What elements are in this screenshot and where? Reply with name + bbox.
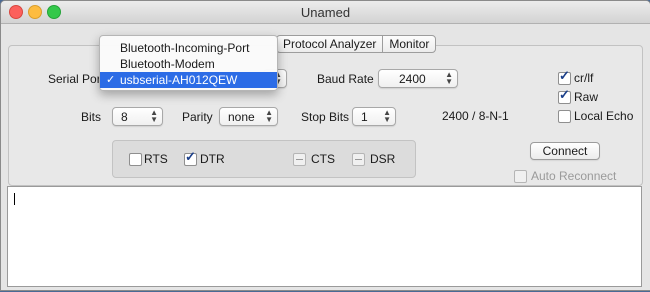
checkmark-icon: ✓ [185, 149, 196, 164]
stop-bits-label: Stop Bits [301, 110, 350, 124]
stop-bits-select[interactable]: 1 ▲ ▼ [352, 107, 396, 126]
connect-button[interactable]: Connect [530, 142, 600, 160]
checkmark-icon: ✓ [559, 87, 570, 102]
bits-value: 8 [121, 110, 128, 124]
parity-label: Parity [182, 110, 213, 124]
title-bar: Unamed [1, 1, 650, 24]
mixed-state-icon [296, 159, 303, 160]
cr-lf-label: cr/lf [574, 71, 594, 85]
select-arrows-icon: ▲ ▼ [383, 108, 391, 124]
local-echo-label: Local Echo [574, 109, 634, 123]
bits-select[interactable]: 8 ▲ ▼ [112, 107, 163, 126]
cts-indicator [293, 153, 306, 166]
cts-label: CTS [311, 152, 335, 166]
select-arrows-icon: ▲ ▼ [265, 108, 273, 124]
rts-checkbox[interactable] [129, 153, 142, 166]
local-echo-checkbox[interactable] [558, 110, 571, 123]
dtr-checkbox[interactable]: ✓ [184, 149, 197, 166]
baud-rate-value: 2400 [399, 72, 426, 86]
parity-value: none [228, 110, 255, 124]
baud-rate-label: Baud Rate [317, 72, 374, 86]
select-arrows-icon: ▲ ▼ [445, 70, 453, 86]
dtr-label: DTR [200, 152, 225, 166]
menu-item-usbserial[interactable]: ✓ usbserial-AH012QEW [100, 72, 277, 88]
tab-protocol-analyzer[interactable]: Protocol Analyzer [276, 35, 384, 53]
rts-label: RTS [144, 152, 168, 166]
settings-summary: 2400 / 8-N-1 [442, 109, 509, 123]
mixed-state-icon [355, 159, 362, 160]
raw-label: Raw [574, 90, 599, 104]
checkmark-icon: ✓ [106, 74, 116, 86]
stop-bits-value: 1 [361, 110, 368, 124]
auto-reconnect-checkbox[interactable] [514, 170, 527, 183]
menu-item-label: Bluetooth-Modem [120, 57, 215, 71]
menu-item-bluetooth-modem[interactable]: Bluetooth-Modem [100, 56, 277, 72]
dsr-indicator [352, 153, 365, 166]
menu-item-label: Bluetooth-Incoming-Port [120, 41, 250, 55]
window-title: Unamed [300, 5, 351, 20]
select-arrows-icon: ▲ ▼ [150, 108, 158, 124]
dsr-label: DSR [370, 152, 396, 166]
checkmark-icon: ✓ [559, 68, 570, 83]
tab-bar: Protocol Analyzer Monitor [276, 35, 437, 53]
auto-reconnect-label: Auto Reconnect [531, 169, 617, 183]
terminal-output[interactable] [7, 186, 642, 287]
serial-port-label: Serial Port [48, 72, 105, 86]
bits-label: Bits [81, 110, 102, 124]
serial-port-menu: Bluetooth-Incoming-Port Bluetooth-Modem … [99, 35, 278, 91]
baud-rate-select[interactable]: 2400 ▲ ▼ [378, 69, 458, 88]
parity-select[interactable]: none ▲ ▼ [219, 107, 278, 126]
raw-checkbox[interactable]: ✓ [558, 87, 571, 104]
text-caret [14, 193, 15, 205]
tab-monitor[interactable]: Monitor [382, 35, 437, 53]
menu-item-label: usbserial-AH012QEW [120, 73, 238, 87]
menu-item-bluetooth-incoming-port[interactable]: Bluetooth-Incoming-Port [100, 40, 277, 56]
cr-lf-checkbox[interactable]: ✓ [558, 68, 571, 85]
app-window: Unamed Protocol Analyzer Monitor Serial … [0, 0, 650, 291]
